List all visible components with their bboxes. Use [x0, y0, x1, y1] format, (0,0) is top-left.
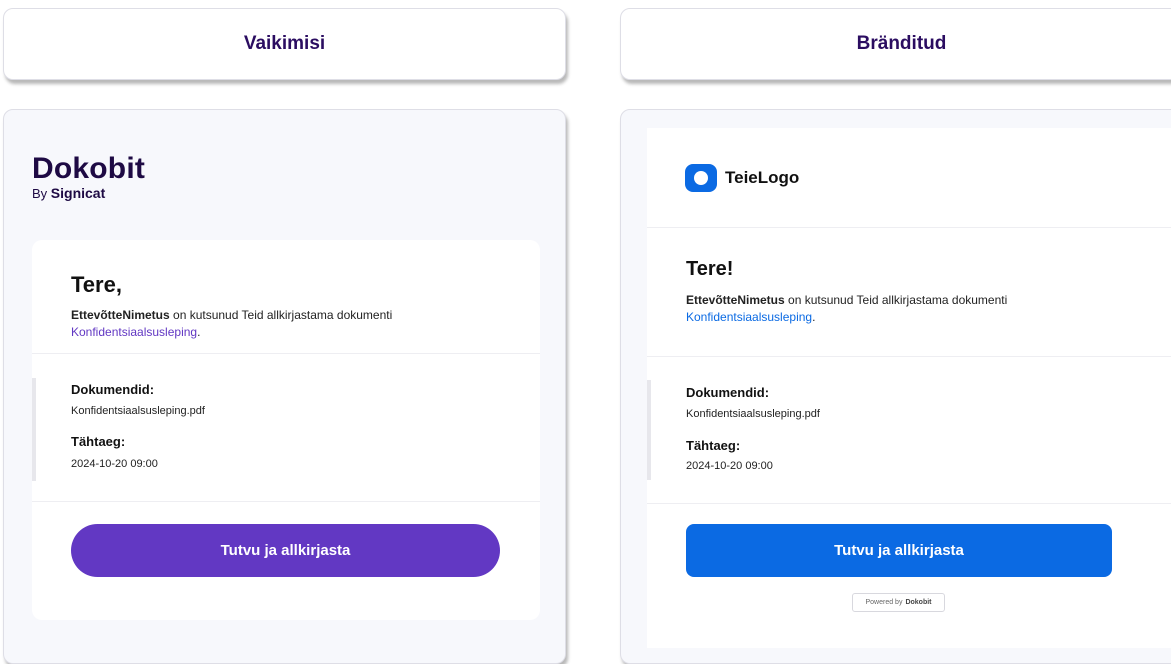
link-period: . [812, 310, 816, 324]
branded-header-title: Bränditud [856, 33, 947, 54]
branded-header-card: Bränditud [620, 8, 1171, 80]
logo-by-text: By [32, 186, 48, 201]
default-email-body: Tere, EttevõtteNimetus on kutsunud Teid … [32, 240, 540, 620]
company-name: EttevõtteNimetus [686, 293, 785, 307]
review-and-sign-button[interactable]: Tutvu ja allkirjasta [686, 524, 1112, 577]
default-header-title: Vaikimisi [243, 33, 326, 54]
logo-signicat-text: Signicat [50, 185, 106, 201]
branded-email-preview: TeieLogo Tere! EttevõtteNimetus on kutsu… [620, 109, 1171, 664]
intro-paragraph: EttevõtteNimetus on kutsunud Teid allkir… [71, 307, 491, 341]
powered-by-badge[interactable]: Powered by Dokobit [852, 593, 945, 612]
document-link[interactable]: Konfidentsiaalsusleping [71, 325, 197, 339]
document-link[interactable]: Konfidentsiaalsusleping [686, 310, 812, 324]
dokobit-logo-byline: By Signicat [32, 185, 145, 201]
documents-label: Dokumendid: [686, 385, 770, 400]
dokobit-logo: Dokobit By Signicat [32, 152, 146, 202]
divider [647, 503, 1171, 504]
deadline-label: Tähtaeg: [686, 438, 741, 453]
documents-label: Dokumendid: [71, 382, 155, 397]
deadline-value: 2024-10-20 09:00 [71, 458, 158, 470]
custom-logo: TeieLogo [685, 164, 799, 192]
default-header-card: Vaikimisi [3, 8, 566, 80]
intro-text: on kutsunud Teid allkirjastama dokumenti [169, 308, 393, 322]
company-name: EttevõtteNimetus [71, 308, 170, 322]
document-file-name: Konfidentsiaalsusleping.pdf [71, 405, 205, 417]
intro-text: on kutsunud Teid allkirjastama dokumenti [784, 293, 1008, 307]
deadline-value: 2024-10-20 09:00 [686, 460, 773, 472]
intro-paragraph: EttevõtteNimetus on kutsunud Teid allkir… [686, 292, 1106, 326]
divider [32, 353, 540, 354]
details-accent-bar [647, 380, 651, 480]
divider [647, 356, 1171, 357]
powered-by-dokobit-logo: Dokobit [905, 599, 932, 606]
custom-logo-text: TeieLogo [725, 168, 800, 187]
branded-email-body: TeieLogo Tere! EttevõtteNimetus on kutsu… [647, 128, 1171, 648]
circle-logo-icon [685, 164, 717, 192]
review-and-sign-button[interactable]: Tutvu ja allkirjasta [71, 524, 500, 577]
divider [32, 501, 540, 502]
dokobit-logo-wordmark: Dokobit [32, 152, 146, 185]
greeting: Tere, [71, 272, 122, 297]
powered-by-text: Powered by [865, 599, 903, 606]
divider [647, 227, 1171, 228]
deadline-label: Tähtaeg: [71, 434, 126, 449]
default-email-preview: Dokobit By Signicat Tere, EttevõtteNimet… [3, 109, 566, 664]
document-file-name: Konfidentsiaalsusleping.pdf [686, 408, 820, 420]
greeting: Tere! [686, 258, 734, 280]
details-accent-bar [32, 378, 36, 481]
link-period: . [197, 325, 201, 339]
